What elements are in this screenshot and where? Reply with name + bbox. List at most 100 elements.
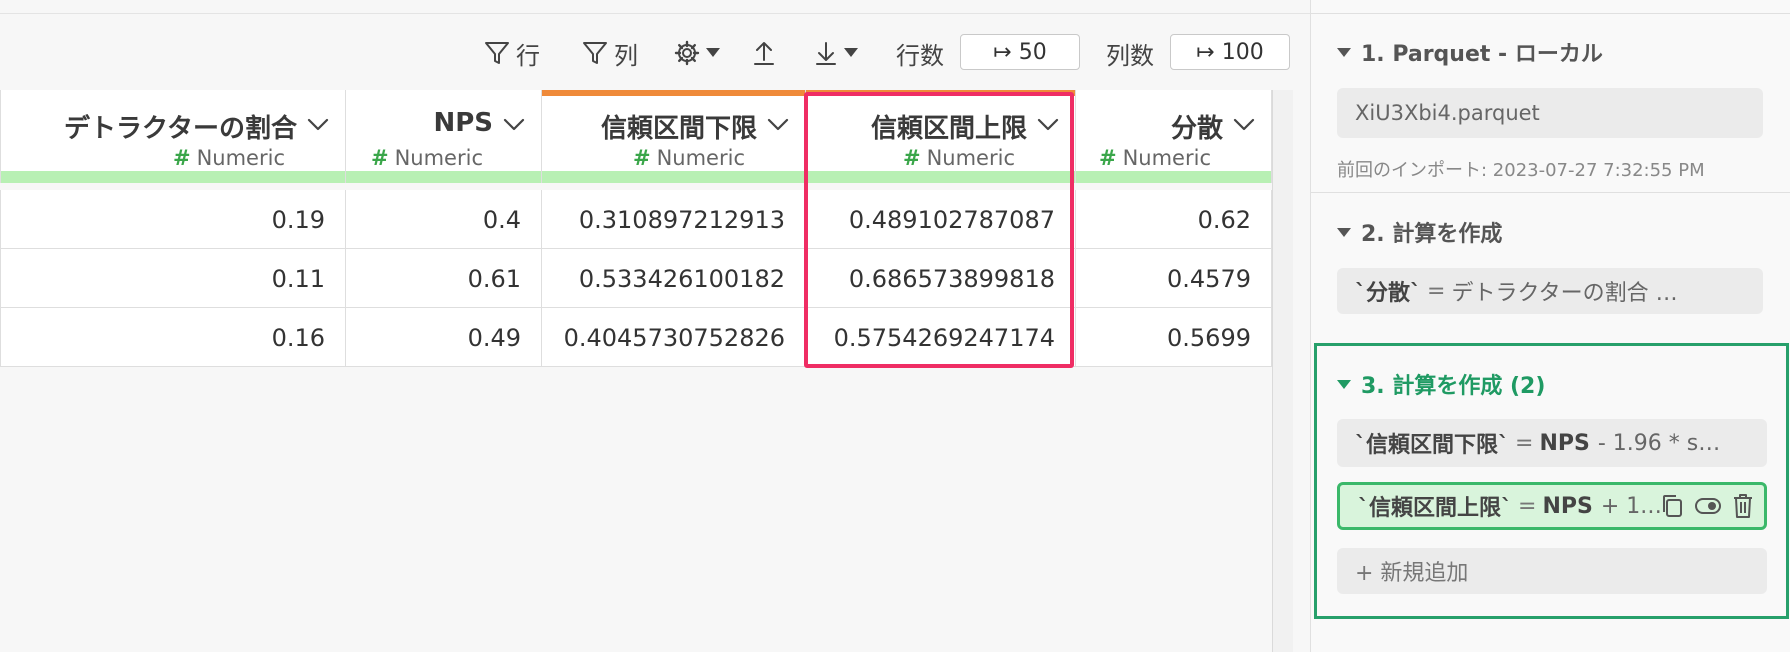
visibility-toggle-icon[interactable] (1694, 493, 1722, 519)
expression-body: - 1.96 * s… (1597, 430, 1721, 456)
caret-down-icon (706, 48, 720, 57)
quality-bar (1076, 171, 1271, 183)
table-cell[interactable]: 0.49 (346, 308, 542, 367)
step-3-box: 3. 計算を作成 (2) `信頼区間下限` = NPS - 1.96 * s… … (1314, 343, 1789, 619)
step-1-file[interactable]: XiU3Xbi4.parquet (1337, 88, 1763, 138)
step-3-expression-1[interactable]: `信頼区間下限` = NPS - 1.96 * s… (1337, 419, 1767, 467)
table-cell[interactable]: 0.5699 (1076, 308, 1272, 367)
table-cell[interactable]: 0.11 (0, 249, 346, 308)
table-row[interactable]: 0.16 0.49 0.4045730752826 0.575426924717… (0, 308, 1272, 367)
row-filter-label: 行 (516, 41, 540, 70)
table-cell[interactable]: 0.533426100182 (542, 249, 806, 308)
filter-icon (485, 42, 509, 64)
column-header-detractor-ratio[interactable]: デトラクターの割合 # Numeric (0, 90, 346, 183)
column-name: デトラクターの割合 (64, 114, 297, 144)
table-row[interactable]: 0.11 0.61 0.533426100182 0.686573899818 … (0, 249, 1272, 308)
table-cell[interactable]: 0.62 (1076, 190, 1272, 249)
column-count-label: 列数 (1106, 41, 1154, 70)
modified-column-indicator (542, 90, 805, 96)
top-strip (0, 0, 1310, 14)
table-cell[interactable]: 0.686573899818 (806, 249, 1076, 308)
step-3-title: 3. 計算を作成 (2) (1361, 374, 1546, 399)
upload-button[interactable] (752, 34, 776, 72)
caret-down-icon (844, 48, 858, 57)
column-type: # Numeric (1098, 146, 1211, 170)
column-header-ci-lower[interactable]: 信頼区間下限 # Numeric (542, 90, 806, 183)
column-header-nps[interactable]: NPS # Numeric (346, 90, 542, 183)
column-type: # Numeric (172, 146, 285, 170)
expression-body: デトラクターの割合 … (1451, 281, 1678, 306)
step-actions (1660, 493, 1754, 519)
step-1-header[interactable]: 1. Parquet - ローカル (1337, 36, 1603, 68)
expression-equals: = (1518, 493, 1537, 519)
table-cell[interactable]: 0.19 (0, 190, 346, 249)
table-cell[interactable]: 0.489102787087 (806, 190, 1076, 249)
table-header-row: デトラクターの割合 # Numeric NPS # Numeric 信頼区間下限 #… (0, 90, 1272, 183)
expression-ref: NPS (1539, 430, 1590, 456)
expression-column: `分散` (1355, 281, 1422, 306)
quality-bar (1, 171, 345, 183)
table-cell[interactable]: 0.310897212913 (542, 190, 806, 249)
expression-ref: NPS (1542, 493, 1593, 519)
table-cell[interactable]: 0.16 (0, 308, 346, 367)
table-cell[interactable]: 0.4045730752826 (542, 308, 806, 367)
settings-button[interactable] (674, 34, 720, 72)
step-1-title: 1. Parquet - ローカル (1361, 42, 1603, 67)
collapse-triangle-icon[interactable] (1337, 227, 1351, 237)
column-type: # Numeric (370, 146, 483, 170)
column-header-ci-upper[interactable]: 信頼区間上限 # Numeric (806, 90, 1076, 183)
upload-icon (754, 42, 774, 65)
divider (1311, 13, 1790, 14)
collapse-triangle-icon[interactable] (1337, 379, 1351, 389)
step-3-expression-2-selected[interactable]: `信頼区間上限` = NPS + 1.… (1337, 482, 1767, 530)
row-filter-button[interactable]: 行 (484, 34, 540, 72)
table-row[interactable]: 0.19 0.4 0.310897212913 0.489102787087 0… (0, 190, 1272, 249)
row-count-input[interactable]: ↦ 50 (960, 34, 1080, 70)
expression-column: `信頼区間上限` (1358, 496, 1513, 521)
column-type: # Numeric (632, 146, 745, 170)
main-area: 行 列 行数 ↦ 50 列数 ↦ 100 デトラクターの割合 # Numeric… (0, 0, 1310, 652)
column-name: NPS (433, 108, 493, 138)
table-cell[interactable]: 0.4579 (1076, 249, 1272, 308)
step-2-header[interactable]: 2. 計算を作成 (1337, 216, 1502, 248)
quality-bar (346, 171, 541, 183)
chevron-down-icon[interactable] (1233, 118, 1255, 132)
steps-panel: 1. Parquet - ローカル XiU3Xbi4.parquet 前回のイン… (1310, 0, 1790, 652)
table-cell[interactable]: 0.5754269247174 (806, 308, 1076, 367)
row-count-label: 行数 (896, 41, 944, 70)
chevron-down-icon[interactable] (767, 118, 789, 132)
column-count-input[interactable]: ↦ 100 (1170, 34, 1290, 70)
collapse-triangle-icon[interactable] (1337, 47, 1351, 57)
expression-body: + 1.… (1600, 493, 1670, 519)
numeric-hash-icon: # (632, 146, 651, 170)
column-filter-button[interactable]: 列 (582, 34, 638, 72)
step-3-header[interactable]: 3. 計算を作成 (2) (1337, 368, 1545, 400)
numeric-hash-icon: # (172, 146, 191, 170)
table-cell[interactable]: 0.4 (346, 190, 542, 249)
chevron-down-icon[interactable] (307, 118, 329, 132)
last-import-text: 前回のインポート: 2023-07-27 7:32:55 PM (1337, 160, 1705, 181)
vertical-scrollbar[interactable] (1272, 90, 1293, 652)
add-new-label: + 新規追加 (1355, 561, 1469, 586)
column-name: 分散 (1170, 114, 1223, 144)
numeric-hash-icon: # (902, 146, 921, 170)
file-name: XiU3Xbi4.parquet (1355, 101, 1540, 125)
expression-equals: = (1427, 278, 1446, 304)
numeric-hash-icon: # (370, 146, 389, 170)
numeric-hash-icon: # (1098, 146, 1117, 170)
copy-icon[interactable] (1660, 493, 1684, 519)
table-toolbar: 行 列 行数 ↦ 50 列数 ↦ 100 (0, 34, 1292, 72)
step-2-expression[interactable]: `分散` = デトラクターの割合 … (1337, 268, 1763, 314)
chevron-down-icon[interactable] (503, 118, 525, 132)
column-type: # Numeric (902, 146, 1015, 170)
column-name: 信頼区間上限 (870, 114, 1027, 144)
divider (1311, 192, 1790, 193)
column-name: 信頼区間下限 (600, 114, 757, 144)
download-button[interactable] (814, 34, 858, 72)
table-cell[interactable]: 0.61 (346, 249, 542, 308)
gear-icon (674, 40, 700, 66)
chevron-down-icon[interactable] (1037, 118, 1059, 132)
column-header-variance[interactable]: 分散 # Numeric (1076, 90, 1272, 183)
trash-icon[interactable] (1732, 493, 1754, 519)
add-new-step-button[interactable]: + 新規追加 (1337, 548, 1767, 594)
